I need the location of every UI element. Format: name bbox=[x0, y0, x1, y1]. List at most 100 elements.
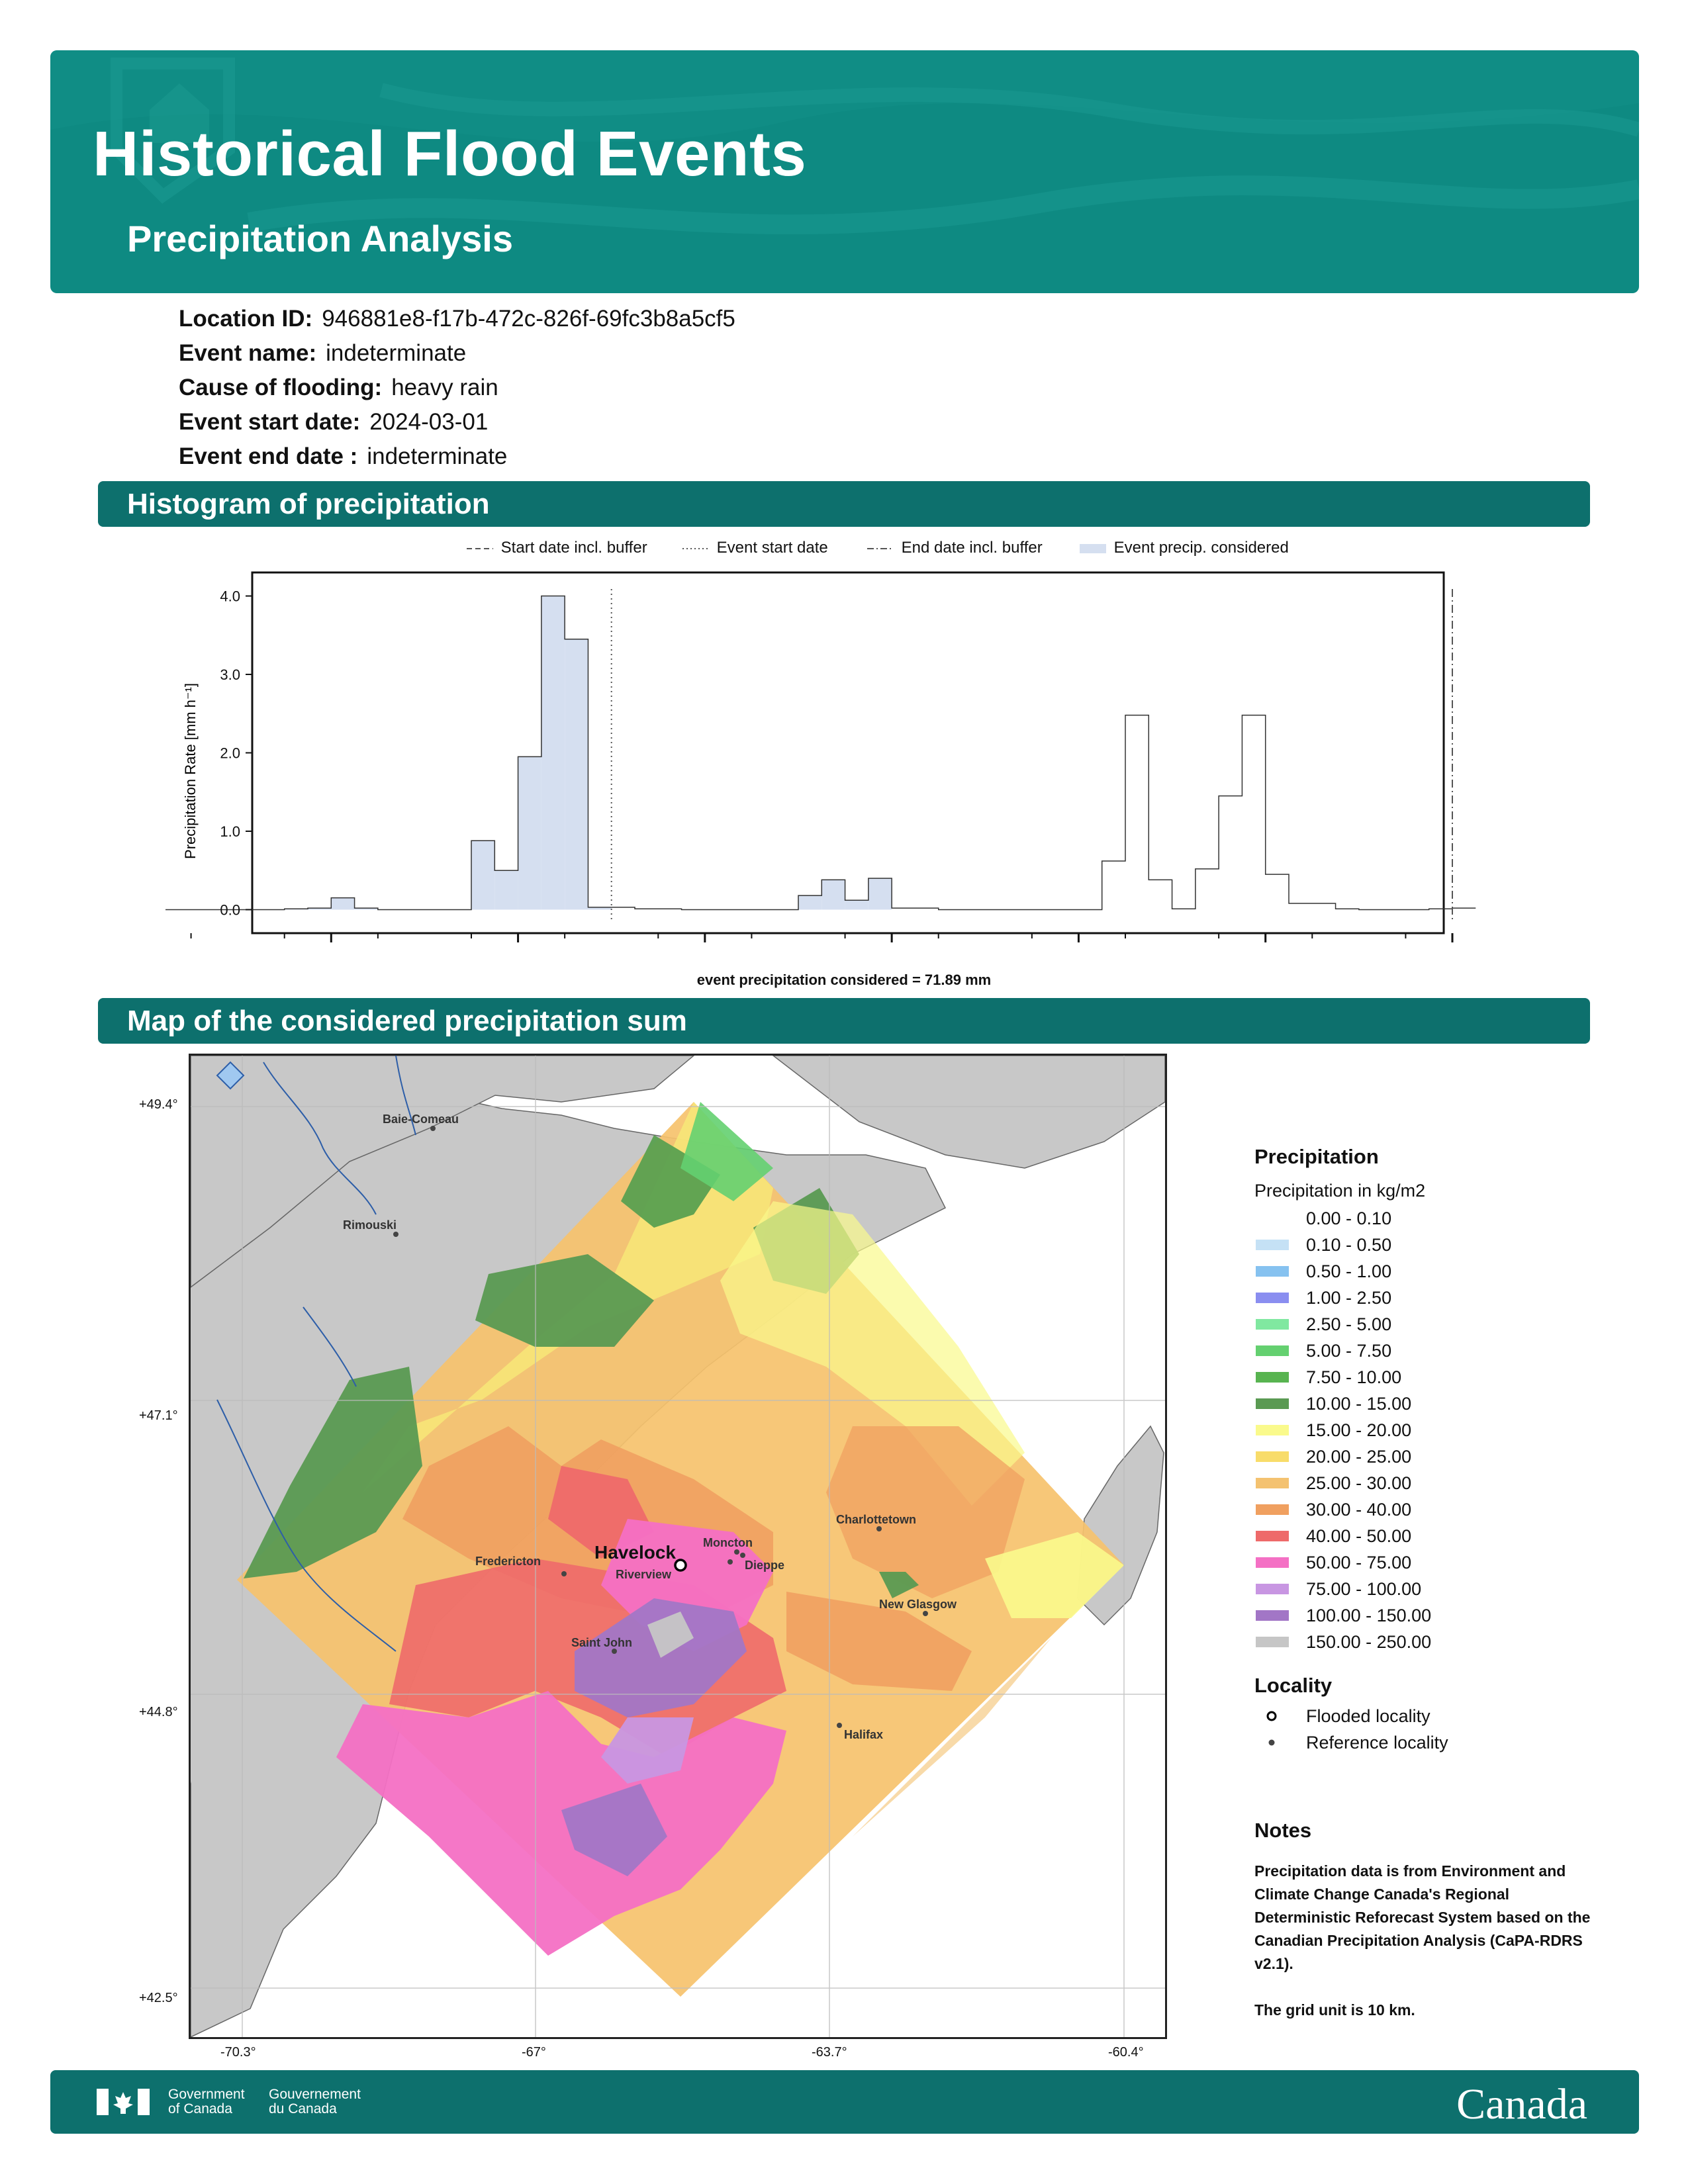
legend-flooded: Flooded locality bbox=[1254, 1703, 1612, 1729]
y-tick-label-3: 3.0 bbox=[220, 666, 240, 683]
legend-label-12: 40.00 - 50.00 bbox=[1306, 1525, 1412, 1546]
bar-fill-30 bbox=[845, 900, 868, 910]
legend-label-5: 5.00 - 7.50 bbox=[1306, 1340, 1392, 1361]
legend-label-14: 75.00 - 100.00 bbox=[1306, 1578, 1422, 1599]
saint-john-marker bbox=[612, 1649, 617, 1654]
y-tick-label-1: 1.0 bbox=[220, 823, 240, 840]
gov-fr: Gouvernement du Canada bbox=[269, 2087, 361, 2116]
legend-subtitle: Precipitation in kg/m2 bbox=[1254, 1181, 1426, 1201]
info-location-id: Location ID: 946881e8-f17b-472c-826f-69fc… bbox=[179, 306, 735, 332]
y-tick-label-2: 2.0 bbox=[220, 745, 240, 762]
rimouski-label: Rimouski bbox=[343, 1218, 397, 1232]
info-event-name: Event name: indeterminate bbox=[179, 340, 467, 366]
rimouski-marker bbox=[393, 1232, 399, 1237]
baie-comeau-label: Baie-Comeau bbox=[383, 1113, 459, 1126]
havelock-label: Havelock bbox=[594, 1542, 676, 1563]
lat-tick-2: +47.1° bbox=[139, 1408, 178, 1423]
lat-tick-1: +49.4° bbox=[139, 1097, 178, 1112]
dieppe-label: Dieppe bbox=[745, 1559, 784, 1572]
bar-fill-18 bbox=[565, 639, 588, 910]
legend-end-buffer: End date incl. buffer bbox=[867, 539, 1043, 557]
y-tick-label-4: 4.0 bbox=[220, 588, 240, 605]
legend-class-8: 15.00 - 20.00 bbox=[1254, 1417, 1612, 1443]
legend-swatch-2 bbox=[1256, 1266, 1289, 1277]
legend-label-13: 50.00 - 75.00 bbox=[1306, 1552, 1412, 1572]
lat-tick-4: +42.5° bbox=[139, 1991, 178, 2005]
legend-title: Precipitation bbox=[1254, 1145, 1379, 1168]
moncton-marker bbox=[734, 1549, 739, 1555]
legend-label-3: 1.00 - 2.50 bbox=[1306, 1287, 1392, 1308]
fredericton-marker bbox=[561, 1571, 567, 1576]
legend-label-10: 25.00 - 30.00 bbox=[1306, 1473, 1412, 1493]
legend-class-4: 2.50 - 5.00 bbox=[1254, 1311, 1612, 1338]
page-title: Historical Flood Events bbox=[93, 118, 807, 189]
lon-tick-2: -67° bbox=[522, 2045, 546, 2060]
bar-fill-8 bbox=[331, 897, 355, 910]
legend-class-10: 25.00 - 30.00 bbox=[1254, 1470, 1612, 1496]
fredericton-label: Fredericton bbox=[475, 1555, 541, 1568]
lat-tick-3: +44.8° bbox=[139, 1705, 178, 1719]
locality-title: Locality bbox=[1254, 1674, 1333, 1697]
bar-fill-17 bbox=[541, 596, 565, 910]
considered-precip-annotation: event precipitation considered = 71.89 m… bbox=[696, 972, 992, 988]
bar-fill-14 bbox=[471, 841, 495, 910]
legend-swatch-1 bbox=[1256, 1240, 1289, 1250]
map-legend: Precipitation Precipitation in kg/m2 0.0… bbox=[1254, 1145, 1612, 1756]
legend-label-7: 10.00 - 15.00 bbox=[1306, 1393, 1412, 1414]
histogram-section-header: Histogram of precipitation bbox=[98, 481, 1590, 527]
lon-tick-1: -70.3° bbox=[220, 2045, 256, 2060]
lon-tick-3: -63.7° bbox=[812, 2045, 847, 2060]
legend-swatch-15 bbox=[1256, 1610, 1289, 1621]
bar-fill-29 bbox=[821, 880, 845, 910]
legend-swatch-4 bbox=[1256, 1319, 1289, 1330]
legend-label-2: 0.50 - 1.00 bbox=[1306, 1261, 1392, 1281]
info-start-date: Event start date: 2024-03-01 bbox=[179, 409, 489, 435]
legend-label-4: 2.50 - 5.00 bbox=[1306, 1314, 1392, 1334]
legend-class-2: 0.50 - 1.00 bbox=[1254, 1258, 1612, 1285]
havelock-marker bbox=[674, 1559, 687, 1572]
legend-swatch-9 bbox=[1256, 1451, 1289, 1462]
legend-class-16: 150.00 - 250.00 bbox=[1254, 1629, 1612, 1655]
gov-en: Government of Canada bbox=[168, 2087, 245, 2116]
notes-title: Notes bbox=[1254, 1819, 1312, 1842]
legend-swatch-13 bbox=[1256, 1557, 1289, 1568]
legend-class-13: 50.00 - 75.00 bbox=[1254, 1549, 1612, 1576]
y-tick-label-0: 0.0 bbox=[220, 901, 240, 918]
legend-label-11: 30.00 - 40.00 bbox=[1306, 1499, 1412, 1520]
legend-event-precip: Event precip. considered bbox=[1076, 539, 1289, 557]
legend-class-3: 1.00 - 2.50 bbox=[1254, 1285, 1612, 1311]
legend-class-14: 75.00 - 100.00 bbox=[1254, 1576, 1612, 1602]
precipitation-map: Baie-Comeau Rimouski Fredericton Moncton… bbox=[189, 1054, 1167, 2039]
footer-bar: Government of Canada Gouvernement du Canad… bbox=[50, 2070, 1639, 2134]
new-glasgow-marker bbox=[923, 1611, 928, 1616]
legend-swatch-7 bbox=[1256, 1398, 1289, 1409]
info-cause: Cause of flooding: heavy rain bbox=[179, 375, 498, 400]
new-glasgow-label: New Glasgow bbox=[879, 1598, 957, 1611]
legend-class-11: 30.00 - 40.00 bbox=[1254, 1496, 1612, 1523]
legend-event-start: Event start date bbox=[682, 539, 828, 557]
legend-swatch-16 bbox=[1256, 1637, 1289, 1647]
dieppe-marker bbox=[740, 1553, 745, 1558]
legend-class-7: 10.00 - 15.00 bbox=[1254, 1390, 1612, 1417]
bar-fill-16 bbox=[518, 756, 541, 910]
legend-swatch-11 bbox=[1256, 1504, 1289, 1515]
precip-step-line bbox=[165, 595, 1476, 911]
legend-swatch-5 bbox=[1256, 1345, 1289, 1356]
moncton-label: Moncton bbox=[703, 1536, 753, 1549]
map-section-header: Map of the considered precipitation sum bbox=[98, 998, 1590, 1044]
notes-grid: The grid unit is 10 km. bbox=[1254, 2001, 1415, 2019]
legend-swatch-14 bbox=[1256, 1584, 1289, 1594]
charlottetown-label: Charlottetown bbox=[836, 1513, 916, 1526]
legend-label-9: 20.00 - 25.00 bbox=[1306, 1446, 1412, 1467]
legend-class-6: 7.50 - 10.00 bbox=[1254, 1364, 1612, 1390]
legend-label-1: 0.10 - 0.50 bbox=[1306, 1234, 1392, 1255]
legend-class-12: 40.00 - 50.00 bbox=[1254, 1523, 1612, 1549]
map-land-gaspe-tip bbox=[772, 1056, 1165, 1169]
charlottetown-marker bbox=[876, 1526, 882, 1531]
halifax-label: Halifax bbox=[844, 1728, 883, 1741]
legend-swatch-3 bbox=[1256, 1293, 1289, 1303]
legend-label-16: 150.00 - 250.00 bbox=[1306, 1631, 1432, 1652]
legend-label-0: 0.00 - 0.10 bbox=[1306, 1208, 1392, 1228]
legend-start-buffer: Start date incl. buffer bbox=[467, 539, 647, 557]
lon-tick-4: -60.4° bbox=[1108, 2045, 1144, 2060]
